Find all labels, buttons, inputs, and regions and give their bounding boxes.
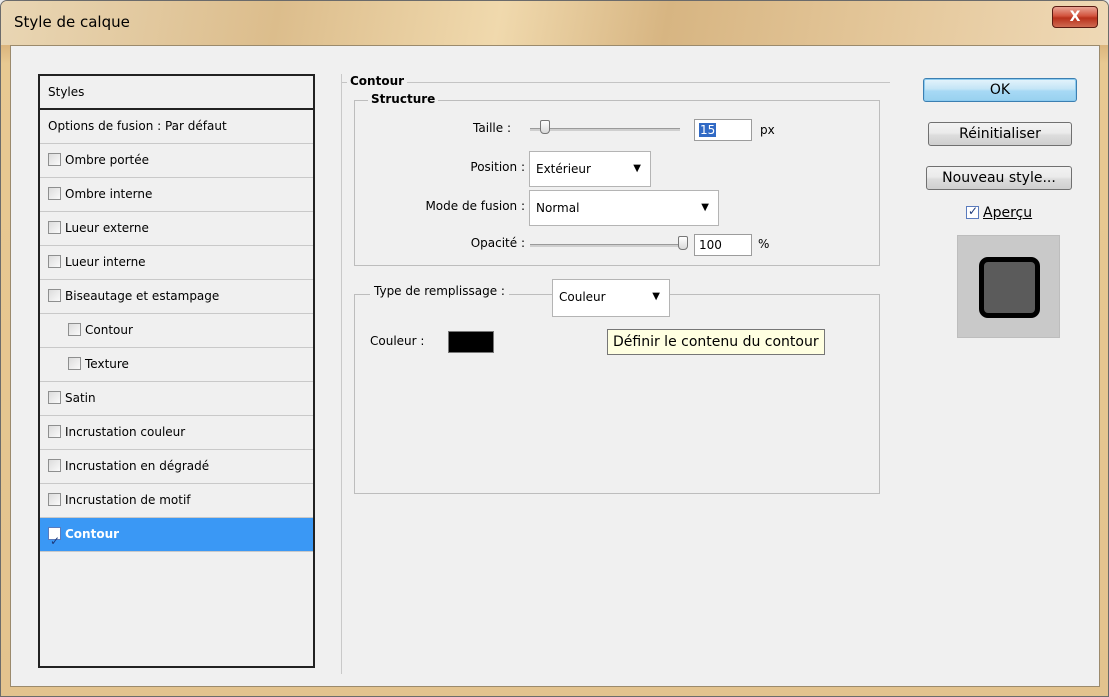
texture-checkbox[interactable] <box>68 357 81 370</box>
position-label: Position : <box>470 160 525 174</box>
close-button[interactable]: X <box>1052 6 1098 28</box>
structure-section-title: Structure <box>368 92 439 106</box>
style-item-texture[interactable]: Texture <box>40 348 313 382</box>
style-item-outer-glow[interactable]: Lueur externe <box>40 212 313 246</box>
blend-mode-select[interactable]: Normal ▼ <box>529 190 719 226</box>
window-title: Style de calque <box>14 13 130 31</box>
size-unit: px <box>760 123 775 137</box>
opacity-unit: % <box>758 237 770 251</box>
color-overlay-checkbox[interactable] <box>48 425 61 438</box>
styles-header[interactable]: Styles <box>40 76 313 110</box>
style-item-bevel-contour[interactable]: Contour <box>40 314 313 348</box>
blend-mode-label: Mode de fusion : <box>425 199 525 213</box>
chevron-down-icon: ▼ <box>701 202 709 213</box>
size-input[interactable]: 15 <box>694 119 752 141</box>
inner-glow-checkbox[interactable] <box>48 255 61 268</box>
style-item-label: Biseautage et estampage <box>65 289 220 303</box>
style-item-label: Contour <box>65 527 120 541</box>
tooltip: Définir le contenu du contour <box>607 329 825 355</box>
pattern-overlay-checkbox[interactable] <box>48 493 61 506</box>
chevron-down-icon: ▼ <box>633 163 641 174</box>
outer-glow-checkbox[interactable] <box>48 221 61 234</box>
fill-type-label: Type de remplissage : <box>370 284 509 298</box>
satin-checkbox[interactable] <box>48 391 61 404</box>
style-item-drop-shadow[interactable]: Ombre portée <box>40 144 313 178</box>
fill-type-group <box>354 294 880 494</box>
style-item-pattern-overlay[interactable]: Incrustation de motif <box>40 484 313 518</box>
color-swatch[interactable] <box>448 331 494 353</box>
style-item-label: Lueur externe <box>65 221 149 235</box>
style-item-satin[interactable]: Satin <box>40 382 313 416</box>
drop-shadow-checkbox[interactable] <box>48 153 61 166</box>
contour-section-title: Contour <box>347 74 408 88</box>
style-item-label: Incrustation couleur <box>65 425 186 439</box>
style-item-label: Incrustation en dégradé <box>65 459 210 473</box>
bevel-emboss-checkbox[interactable] <box>48 289 61 302</box>
title-bar[interactable]: Style de calque X <box>1 1 1108 45</box>
divider <box>342 82 890 83</box>
styles-list: Styles Options de fusion : Par défaut Om… <box>38 74 315 668</box>
style-item-label: Incrustation de motif <box>65 493 191 507</box>
close-icon: X <box>1069 9 1081 25</box>
style-item-inner-shadow[interactable]: Ombre interne <box>40 178 313 212</box>
dialog-client-area: Styles Options de fusion : Par défaut Om… <box>10 45 1100 687</box>
style-item-label: Lueur interne <box>65 255 146 269</box>
gradient-overlay-checkbox[interactable] <box>48 459 61 472</box>
bevel-contour-checkbox[interactable] <box>68 323 81 336</box>
style-item-label: Ombre portée <box>65 153 149 167</box>
contour-panel: Contour Structure Taille : 15 px Positio… <box>341 74 890 674</box>
preview-label: Aperçu <box>983 205 1033 221</box>
style-item-label: Satin <box>65 391 96 405</box>
size-slider[interactable] <box>530 128 680 131</box>
style-item-gradient-overlay[interactable]: Incrustation en dégradé <box>40 450 313 484</box>
new-style-button[interactable]: Nouveau style... <box>926 166 1072 190</box>
opacity-slider-thumb[interactable] <box>678 236 688 250</box>
color-label: Couleur : <box>370 334 425 348</box>
chevron-down-icon: ▼ <box>652 291 660 302</box>
reset-button[interactable]: Réinitialiser <box>928 122 1072 146</box>
opacity-label: Opacité : <box>470 236 525 250</box>
preview-shape <box>979 257 1040 318</box>
stroke-checkbox[interactable] <box>48 525 61 558</box>
opacity-input[interactable]: 100 <box>694 234 752 256</box>
style-item-inner-glow[interactable]: Lueur interne <box>40 246 313 280</box>
style-item-label: Contour <box>85 323 133 337</box>
style-item-label: Texture <box>85 357 129 371</box>
position-select[interactable]: Extérieur ▼ <box>529 151 651 187</box>
style-item-color-overlay[interactable]: Incrustation couleur <box>40 416 313 450</box>
preview-thumbnail <box>957 235 1060 338</box>
size-label: Taille : <box>473 121 511 135</box>
style-item-label: Ombre interne <box>65 187 153 201</box>
style-item-bevel-emboss[interactable]: Biseautage et estampage <box>40 280 313 314</box>
layer-style-dialog: Style de calque X Styles Options de fusi… <box>0 0 1109 697</box>
fill-type-select[interactable]: Couleur ▼ <box>552 279 670 317</box>
blending-options-item[interactable]: Options de fusion : Par défaut <box>40 110 313 144</box>
preview-toggle[interactable]: Aperçu <box>966 204 1033 221</box>
ok-button[interactable]: OK <box>923 78 1077 102</box>
opacity-slider[interactable] <box>530 244 680 247</box>
size-slider-thumb[interactable] <box>540 120 550 134</box>
preview-checkbox[interactable] <box>966 204 979 219</box>
style-item-stroke[interactable]: Contour <box>40 518 313 558</box>
inner-shadow-checkbox[interactable] <box>48 187 61 200</box>
